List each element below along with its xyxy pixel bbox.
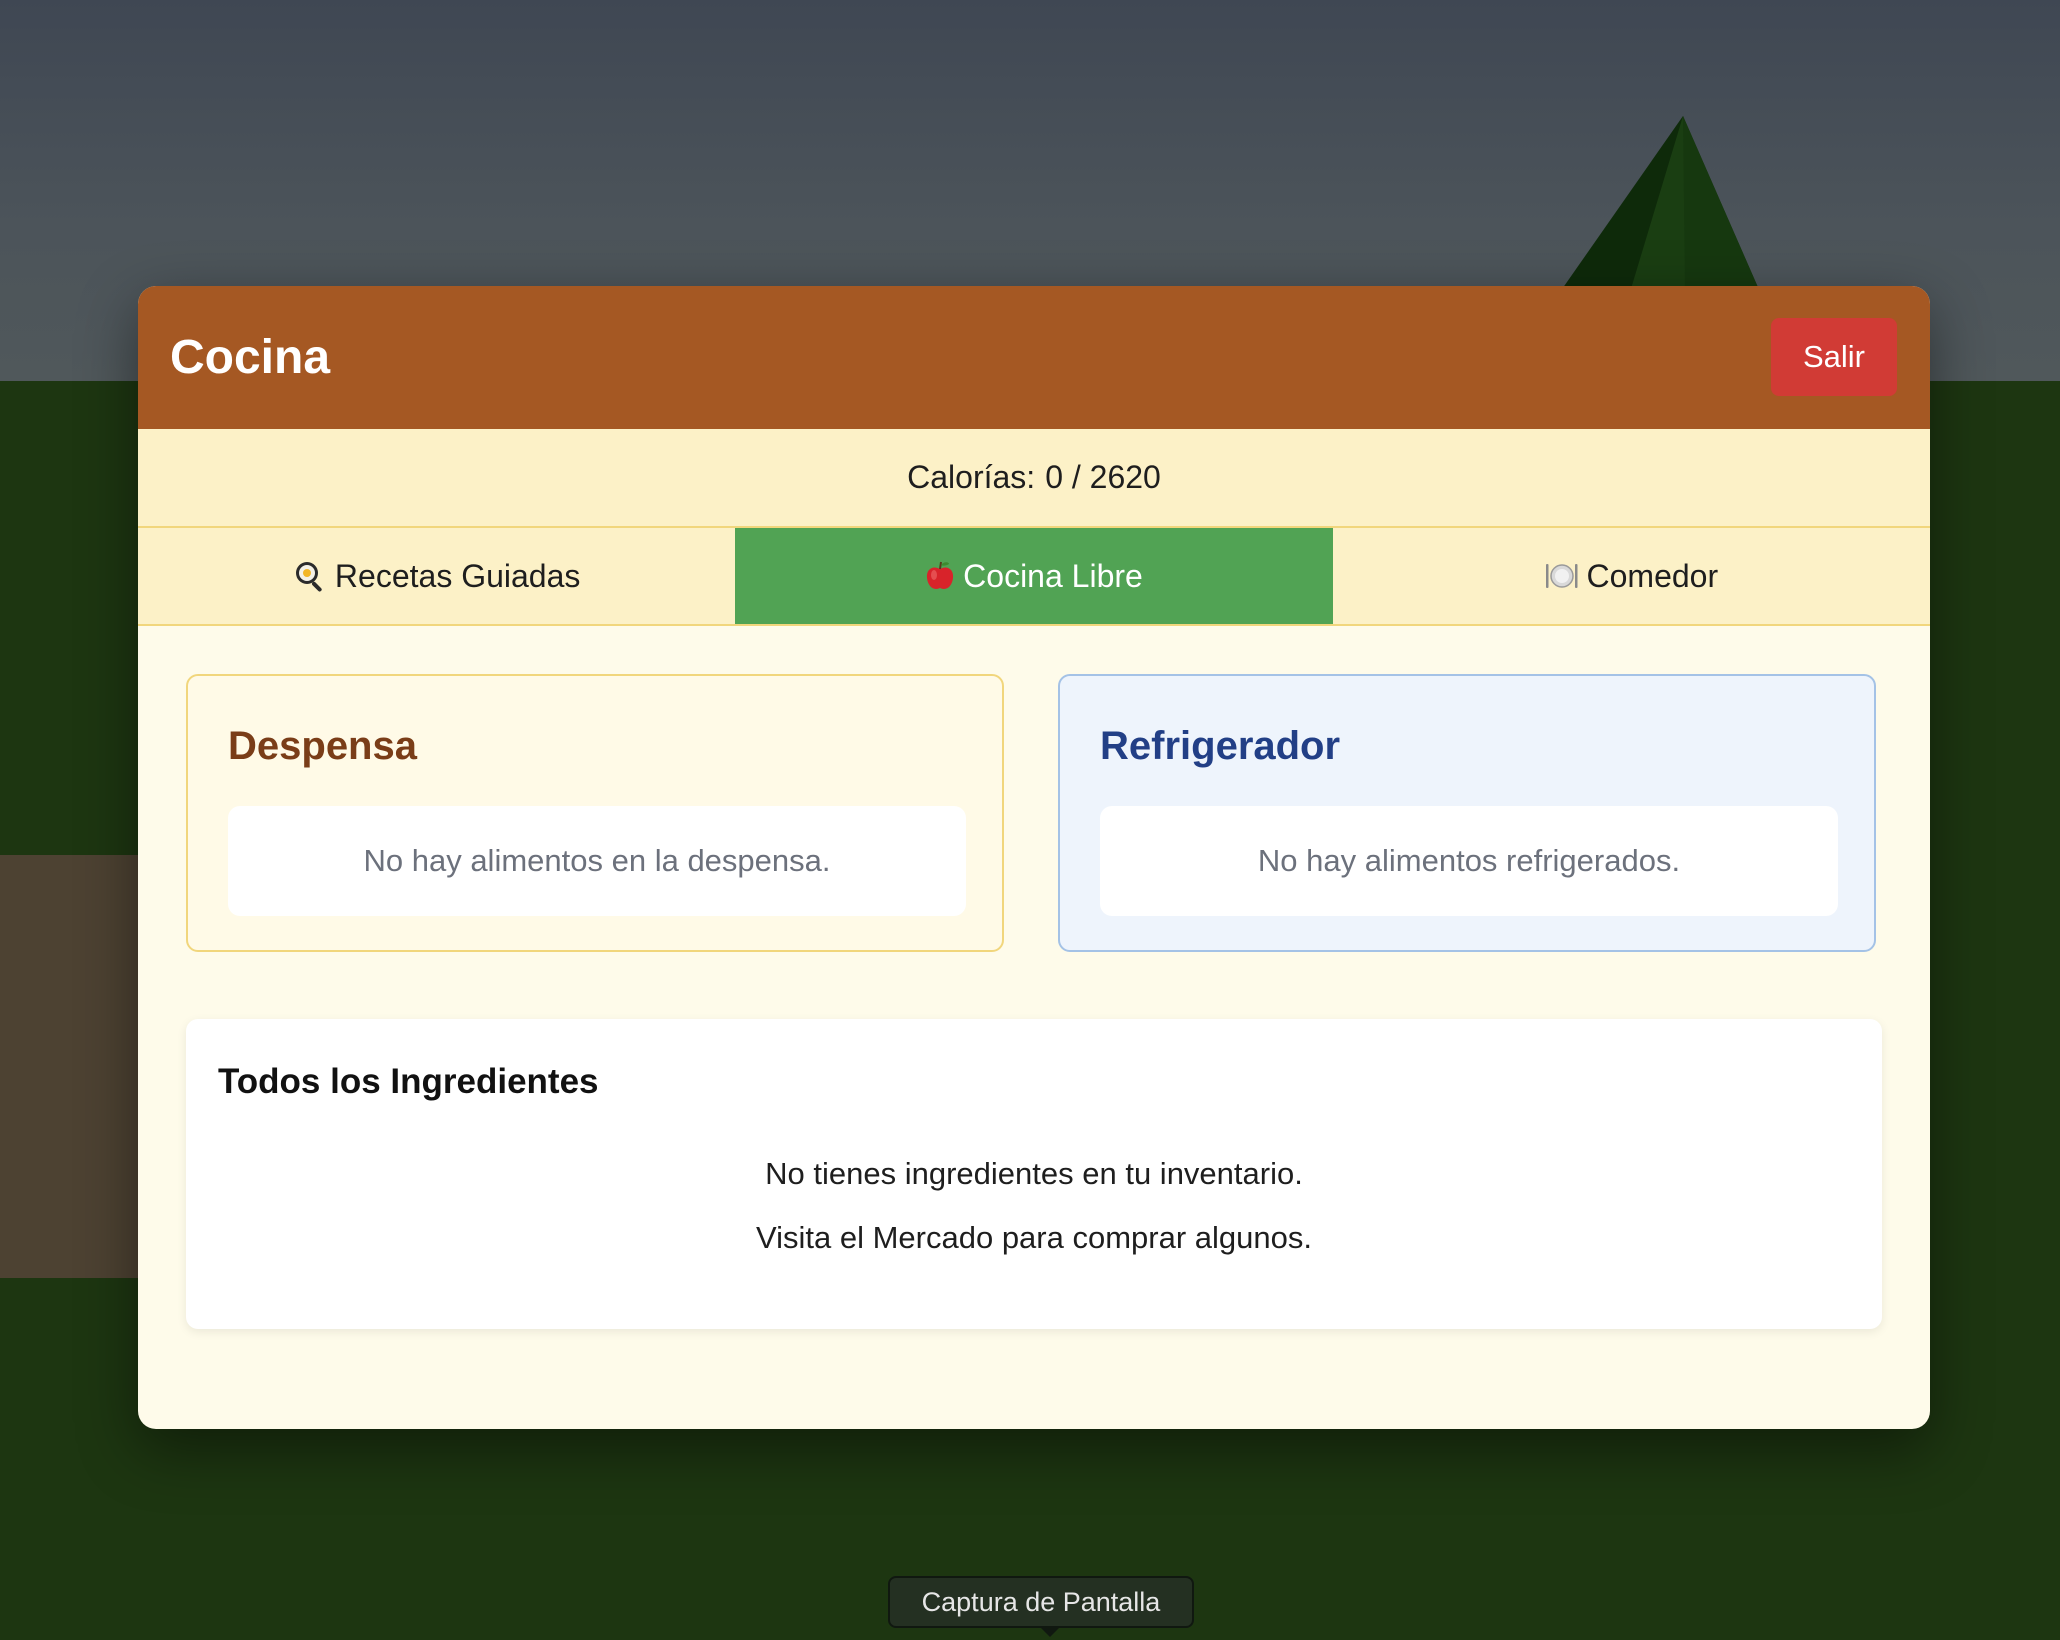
pantry-empty-message: No hay alimentos en la despensa.: [228, 806, 966, 916]
tab-label: Cocina Libre: [963, 557, 1143, 594]
plate-cutlery-icon: [1545, 560, 1579, 592]
ingredients-empty-line: No tienes ingredientes en tu inventario.: [765, 1156, 1303, 1191]
ingredients-title: Todos los Ingredientes: [218, 1062, 599, 1101]
modal-header: Cocina Salir: [138, 286, 1930, 429]
tab-label: Recetas Guiadas: [334, 557, 581, 594]
ingredients-card: Todos los Ingredientes No tienes ingredi…: [186, 1019, 1882, 1329]
tree-icon: [1560, 116, 1760, 292]
kitchen-tabs: Recetas Guiadas Cocina Libre Comedor: [138, 528, 1930, 626]
fridge-empty-message: No hay alimentos refrigerados.: [1100, 806, 1838, 916]
game-dirt-path: [0, 855, 150, 1278]
tab-comedor[interactable]: Comedor: [1333, 528, 1930, 624]
pantry-title: Despensa: [228, 724, 417, 768]
tooltip-arrow: [1040, 1627, 1060, 1637]
screenshot-tooltip: Captura de Pantalla: [888, 1576, 1194, 1628]
tab-cocina-libre[interactable]: Cocina Libre: [735, 528, 1333, 624]
calorie-counter: Calorías: 0 / 2620: [138, 429, 1930, 528]
tab-label: Comedor: [1586, 557, 1719, 594]
tab-recetas-guiadas[interactable]: Recetas Guiadas: [138, 528, 735, 624]
calorie-label: Calorías:: [907, 459, 1036, 495]
calorie-value: 0 / 2620: [1045, 459, 1161, 495]
apple-icon: [925, 560, 955, 592]
exit-button[interactable]: Salir: [1771, 318, 1897, 396]
fridge-title: Refrigerador: [1100, 724, 1341, 768]
kitchen-content: Despensa No hay alimentos en la despensa…: [138, 626, 1930, 1429]
pantry-panel: Despensa No hay alimentos en la despensa…: [186, 674, 1004, 952]
ingredients-market-hint: Visita el Mercado para comprar algunos.: [756, 1220, 1312, 1255]
modal-title: Cocina: [170, 331, 331, 384]
kitchen-modal: Cocina Salir Calorías: 0 / 2620 Recetas …: [138, 286, 1930, 1429]
frying-pan-egg-icon: [293, 559, 327, 593]
ingredients-empty-state: No tienes ingredientes en tu inventario.…: [186, 1155, 1882, 1283]
fridge-panel: Refrigerador No hay alimentos refrigerad…: [1058, 674, 1876, 952]
